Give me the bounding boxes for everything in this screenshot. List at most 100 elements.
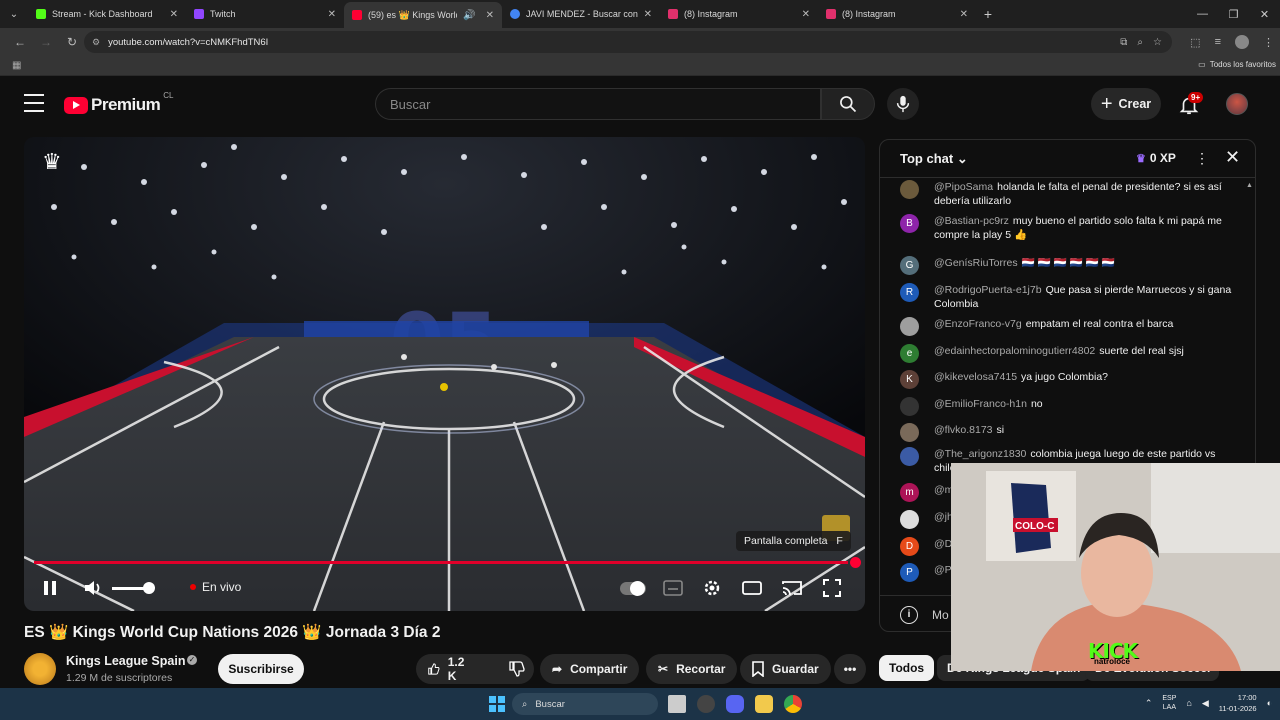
chat-author-avatar[interactable] [900, 317, 919, 336]
tray-chevron-icon[interactable]: ⌃ [1145, 698, 1153, 709]
install-app-icon[interactable]: ⧉ [1120, 37, 1127, 48]
taskbar-search[interactable]: ⌕ Buscar [512, 693, 658, 715]
chat-author-avatar[interactable]: K [900, 370, 919, 389]
site-info-icon[interactable]: ⚙ [92, 37, 100, 48]
browser-tab-instagram-1[interactable]: (8) Instagram ✕ [660, 0, 818, 28]
info-icon[interactable]: i [900, 606, 918, 624]
chat-author-name[interactable]: @PipoSama [934, 181, 993, 193]
chat-author-name[interactable]: @GenísRiuTorres [934, 257, 1018, 269]
progress-scrubber[interactable] [850, 557, 861, 568]
profile-avatar[interactable] [1235, 35, 1249, 49]
channel-avatar[interactable] [24, 653, 56, 685]
autoplay-toggle[interactable] [620, 581, 646, 596]
new-tab-button[interactable]: + [976, 6, 1000, 22]
notification-center-icon[interactable]: ◐ [1267, 698, 1272, 708]
chat-author-avatar[interactable]: P [900, 563, 919, 582]
chat-more-icon[interactable]: ⋮ [1195, 150, 1209, 167]
scroll-up-icon[interactable]: ▲ [1246, 182, 1253, 189]
all-bookmarks-button[interactable]: ▭ Todos los favoritos [1198, 60, 1276, 69]
windows-start-icon[interactable] [489, 696, 505, 712]
chat-author-avatar[interactable] [900, 447, 919, 466]
create-button[interactable]: + Crear [1091, 88, 1161, 120]
chat-close-icon[interactable]: ✕ [1225, 147, 1240, 168]
browser-tab-instagram-2[interactable]: (8) Instagram ✕ [818, 0, 976, 28]
chat-author-name[interactable]: @The_arigonz1830 [934, 448, 1026, 460]
settings-gear-icon[interactable] [701, 576, 723, 600]
apps-grid-icon[interactable]: ▦ [12, 60, 21, 71]
browser-tab-twitch[interactable]: Twitch ✕ [186, 0, 344, 28]
search-input[interactable]: Buscar [375, 88, 821, 120]
tab-close-icon[interactable]: ✕ [328, 9, 336, 20]
chat-author-avatar[interactable]: R [900, 283, 919, 302]
chat-author-name[interactable]: @EnzoFranco-v7g [934, 318, 1022, 330]
steam-icon[interactable] [697, 695, 715, 713]
search-button[interactable] [821, 88, 875, 120]
address-bar[interactable]: ⚙ youtube.com/watch?v=cNMKFhdTN6I ⧉ ⌕ ☆ [84, 31, 1172, 53]
more-actions-button[interactable]: ••• [834, 654, 866, 684]
file-explorer-icon[interactable] [755, 695, 773, 713]
chat-author-avatar[interactable]: m [900, 483, 919, 502]
tab-close-icon[interactable]: ✕ [644, 9, 652, 20]
chat-author-name[interactable]: @D [934, 538, 952, 550]
tab-audio-icon[interactable]: 🔊 [463, 10, 475, 21]
speaker-icon[interactable]: ◀ [1202, 698, 1209, 709]
live-indicator[interactable]: En vivo [190, 580, 241, 594]
voice-search-button[interactable] [887, 88, 919, 120]
extensions-icon[interactable]: ⬚ [1190, 36, 1200, 49]
youtube-premium-logo[interactable]: Premium CL [64, 91, 173, 115]
discord-icon[interactable] [726, 695, 744, 713]
chat-author-avatar[interactable] [900, 423, 919, 442]
browser-menu-icon[interactable]: ⋮ [1263, 36, 1274, 49]
menu-icon[interactable] [24, 94, 44, 112]
chat-author-avatar[interactable] [900, 397, 919, 416]
chat-author-avatar[interactable] [900, 180, 919, 199]
chat-author-name[interactable]: @EmilioFranco-h1n [934, 398, 1027, 410]
browser-tab-google[interactable]: JAVI MENDEZ - Buscar con Google ✕ [502, 0, 660, 28]
chip-all[interactable]: Todos [879, 655, 935, 681]
bookmark-star-icon[interactable]: ☆ [1153, 37, 1162, 48]
share-button[interactable]: ➦ Compartir [540, 654, 640, 684]
clock[interactable]: 17:00 11-01-2026 [1219, 692, 1257, 714]
tab-close-icon[interactable]: ✕ [960, 9, 968, 20]
volume-slider-knob[interactable] [143, 582, 155, 594]
chrome-icon[interactable] [784, 695, 802, 713]
chat-author-avatar[interactable]: D [900, 537, 919, 556]
cast-icon[interactable] [781, 576, 803, 600]
chat-author-avatar[interactable]: G [900, 256, 919, 275]
chat-mode-dropdown[interactable]: Top chat ⌄ [900, 151, 968, 167]
channel-name[interactable]: Kings League Spain [66, 654, 185, 668]
like-button[interactable]: 1.2 K [416, 654, 481, 684]
theater-mode-icon[interactable] [741, 576, 763, 600]
subtitles-icon[interactable] [662, 576, 684, 600]
chat-author-name[interactable]: @P [934, 564, 952, 576]
task-view-icon[interactable] [668, 695, 686, 713]
account-avatar[interactable] [1226, 93, 1248, 115]
media-controls-icon[interactable]: ≡ [1215, 36, 1221, 48]
save-button[interactable]: Guardar [740, 654, 831, 684]
chat-author-name[interactable]: @flvko.8173 [934, 424, 993, 436]
fullscreen-icon[interactable] [821, 576, 843, 600]
chat-author-avatar[interactable]: e [900, 344, 919, 363]
xp-badge[interactable]: ♛ 0 XP [1136, 151, 1176, 165]
close-window-icon[interactable]: ✕ [1249, 0, 1280, 28]
forward-icon[interactable]: → [34, 30, 58, 54]
pause-icon[interactable] [40, 576, 60, 600]
chat-author-avatar[interactable]: B [900, 214, 919, 233]
reload-icon[interactable]: ↻ [60, 30, 84, 54]
progress-bar[interactable] [34, 561, 848, 564]
zoom-icon[interactable]: ⌕ [1137, 37, 1143, 48]
subscribe-button[interactable]: Suscribirse [218, 654, 304, 684]
tab-close-icon[interactable]: ✕ [486, 10, 494, 21]
chat-author-name[interactable]: @RodrigoPuerta-e1j7b [934, 284, 1042, 296]
browser-tab-kick[interactable]: Stream - Kick Dashboard ✕ [28, 0, 186, 28]
tab-search-icon[interactable]: ⌄ [0, 0, 28, 28]
volume-icon[interactable] [82, 576, 104, 600]
minimize-icon[interactable]: — [1187, 0, 1218, 28]
browser-tab-youtube[interactable]: (59) es 👑 Kings World Cup 🔊 ✕ [344, 2, 502, 28]
tab-close-icon[interactable]: ✕ [802, 9, 810, 20]
chat-author-name[interactable]: @kikevelosa7415 [934, 371, 1017, 383]
dislike-button[interactable] [497, 654, 537, 684]
language-indicator[interactable]: ESP LAA [1162, 694, 1176, 712]
tab-close-icon[interactable]: ✕ [170, 9, 178, 20]
chat-author-name[interactable]: @edainhectorpalominogutierr4802 [934, 345, 1095, 357]
